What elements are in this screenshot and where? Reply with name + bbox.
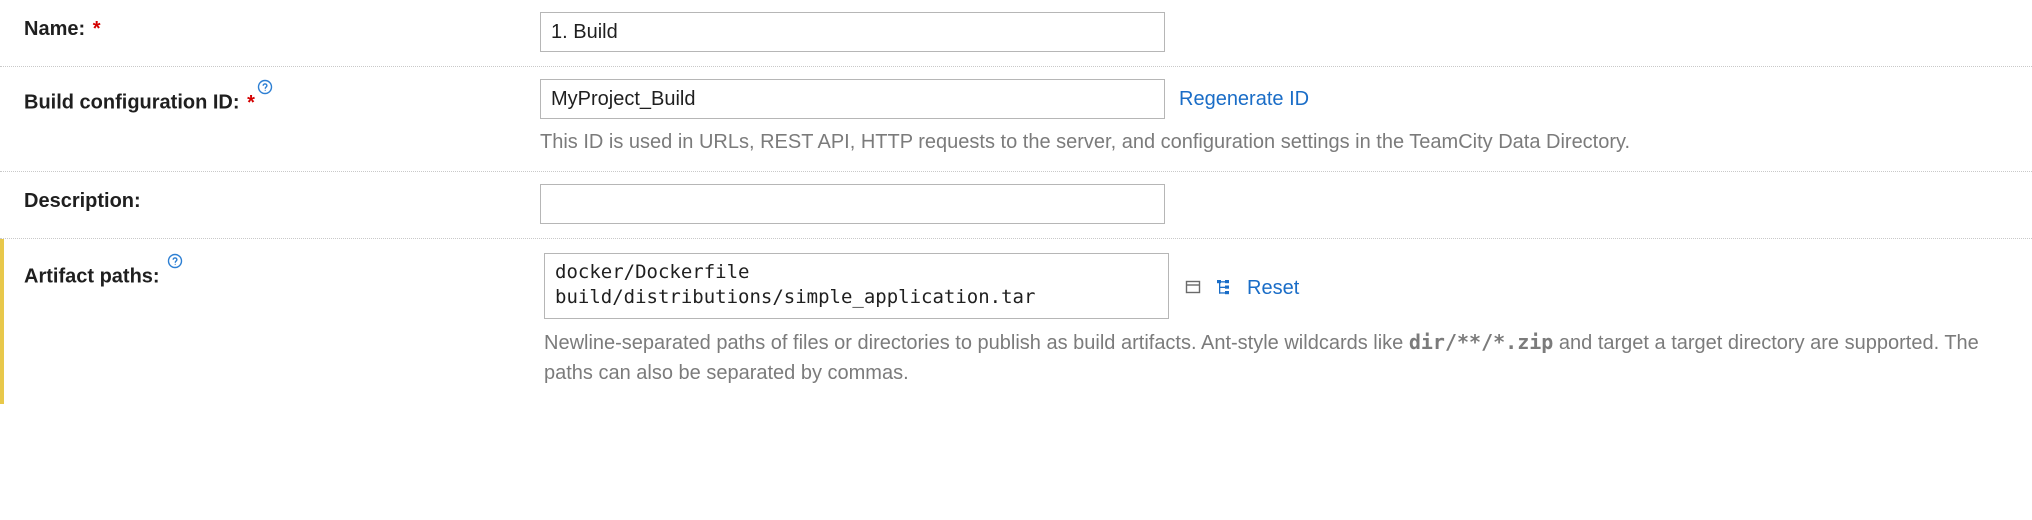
artifact-hint-prefix: Newline-separated paths of files or dire… <box>544 332 1409 354</box>
name-label: Name: * <box>0 12 540 41</box>
artifact-paths-row: Artifact paths: docker/Dockerfile build/… <box>0 239 2032 404</box>
reset-link[interactable]: Reset <box>1247 277 1299 300</box>
help-icon[interactable] <box>257 79 273 95</box>
regenerate-id-link[interactable]: Regenerate ID <box>1179 88 1309 111</box>
build-id-input[interactable] <box>540 79 1165 119</box>
description-input[interactable] <box>540 184 1165 224</box>
name-label-text: Name: <box>24 18 85 40</box>
build-id-label-text: Build configuration ID: <box>24 92 240 114</box>
name-input[interactable] <box>540 12 1165 52</box>
artifact-paths-label: Artifact paths: <box>4 253 544 289</box>
artifact-hint-code: dir/**/*.zip <box>1409 330 1554 354</box>
artifact-paths-hint: Newline-separated paths of files or dire… <box>544 327 2004 388</box>
expand-editor-icon[interactable] <box>1183 277 1203 297</box>
required-asterisk: * <box>247 92 255 114</box>
help-icon[interactable] <box>167 253 183 269</box>
description-label-text: Description: <box>24 190 141 212</box>
description-row: Description: <box>0 172 2032 239</box>
required-asterisk: * <box>93 18 101 40</box>
artifact-paths-field: docker/Dockerfile build/distributions/si… <box>544 253 2024 388</box>
build-config-form: Name: * Build configuration ID: * Reg <box>0 0 2032 404</box>
build-id-field: Regenerate ID This ID is used in URLs, R… <box>540 79 2020 157</box>
build-id-hint: This ID is used in URLs, REST API, HTTP … <box>540 127 2000 157</box>
artifact-paths-actions: Reset <box>1183 273 1299 300</box>
description-field <box>540 184 2020 224</box>
name-field <box>540 12 2020 52</box>
description-label: Description: <box>0 184 540 213</box>
tree-picker-icon[interactable] <box>1215 277 1235 297</box>
artifact-paths-textarea[interactable]: docker/Dockerfile build/distributions/si… <box>544 253 1169 319</box>
build-id-row: Build configuration ID: * Regenerate ID … <box>0 67 2032 172</box>
build-id-label: Build configuration ID: * <box>0 79 540 115</box>
artifact-paths-label-text: Artifact paths: <box>24 266 160 288</box>
name-row: Name: * <box>0 0 2032 67</box>
